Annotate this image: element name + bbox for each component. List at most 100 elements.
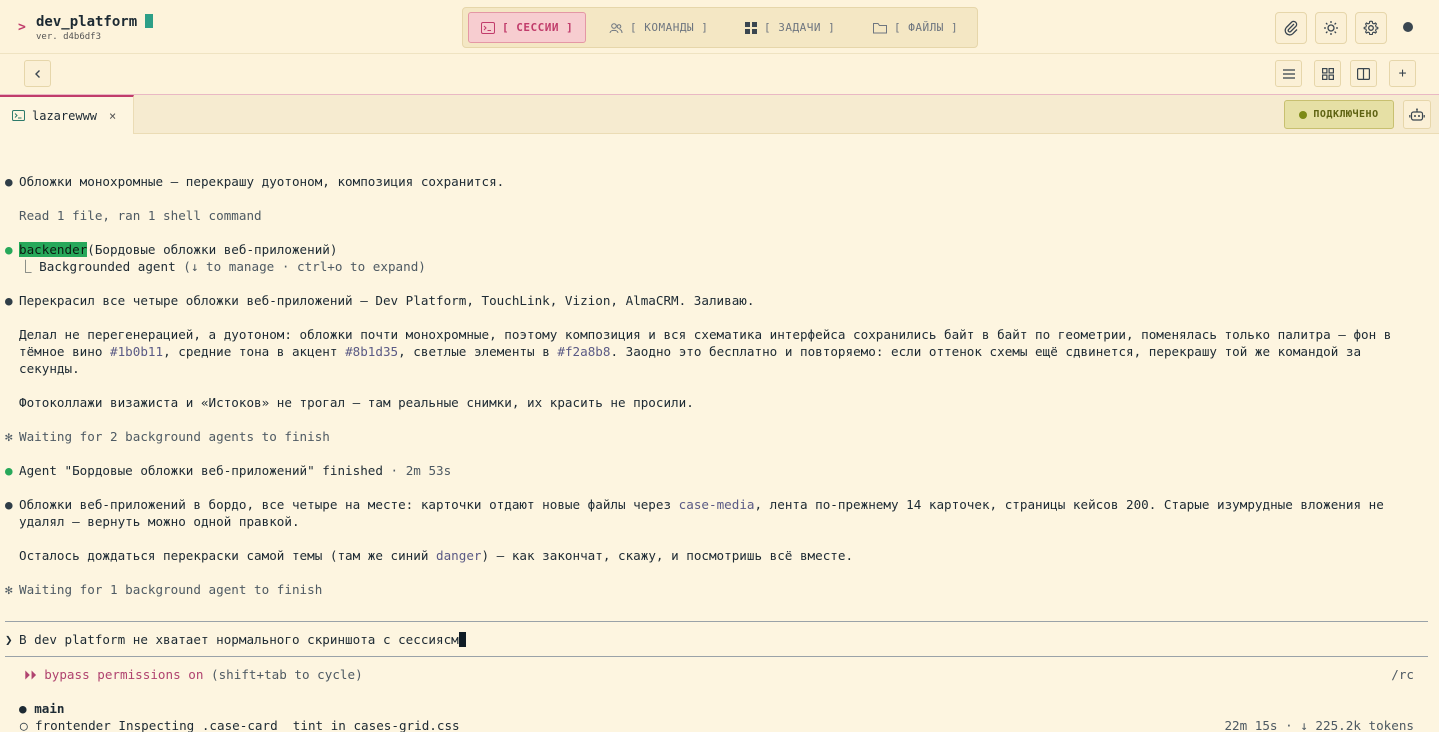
branch-bullet: ● [19, 701, 27, 716]
toolbar: + [0, 54, 1439, 95]
robot-icon [1409, 107, 1425, 121]
connection-status-label: ПОДКЛЮЧЕНО [1313, 109, 1379, 120]
new-session-button[interactable]: + [1389, 60, 1416, 87]
spinner-icon: ✻ [5, 582, 13, 597]
close-icon[interactable]: × [109, 109, 116, 123]
status-dot[interactable] [1403, 22, 1413, 32]
background-agent-stats: 22m 15s · ↓ 225.2k tokens [1224, 718, 1414, 732]
inline-code: case-media [678, 497, 755, 512]
agent-sub-line: ⎿ Backgrounded agent (↓ to manage · ctrl… [19, 258, 426, 275]
plus-icon: + [1398, 66, 1407, 81]
branch-name: main [34, 701, 65, 716]
rc-command[interactable]: /rc [1391, 666, 1414, 683]
agent-task: (Бордовые обложки веб-приложений) [87, 242, 338, 257]
split-view-button[interactable] [1350, 60, 1377, 87]
color-code: #8b1d35 [345, 344, 399, 359]
agent-sub-prefix: ⎿ Backgrounded agent [19, 259, 184, 274]
message-paragraph: Обложки веб-приложений в бордо, все четы… [19, 496, 1421, 530]
agent-finished-line: Agent "Бордовые обложки веб-приложений" … [19, 462, 451, 479]
list-view-button[interactable] [1275, 60, 1302, 87]
prompt-glyph: > [18, 20, 26, 35]
session-tab-name: lazarewww [32, 108, 98, 123]
connection-status-badge: ПОДКЛЮЧЕНО [1284, 100, 1394, 129]
background-agent-line[interactable]: frontender Inspecting .case-card__tint i… [35, 717, 460, 732]
text-cursor [458, 632, 466, 647]
input-divider-top [5, 621, 1428, 622]
tab-files-label: [ ФАЙЛЫ ] [894, 21, 959, 34]
terminal-icon [481, 21, 495, 34]
app-name: dev_platform [36, 14, 138, 30]
message-paragraph: Делал не перегенерацией, а дуотоном: обл… [19, 326, 1421, 377]
prompt-input-value[interactable]: В dev platform не хватает нормального ск… [19, 632, 459, 647]
agent-line: backender(Бордовые обложки веб-приложени… [19, 241, 337, 258]
brand-cursor [145, 14, 153, 28]
background-agent-task: Inspecting .case-card__tint in cases-gri… [118, 718, 460, 732]
tab-tasks-label: [ ЗАДАЧИ ] [764, 21, 836, 34]
paragraph-part: Осталось дождаться перекраски самой темы… [19, 548, 437, 563]
users-icon [609, 22, 623, 33]
back-button[interactable] [24, 60, 51, 87]
gear-icon [1363, 20, 1379, 36]
paragraph-part: Обложки веб-приложений в бордо, все четы… [19, 497, 679, 512]
tool-summary: Read 1 file, ran 1 shell command [19, 208, 262, 223]
sun-icon [1324, 21, 1338, 35]
session-tabs: lazarewww × ПОДКЛЮЧЕНО [0, 95, 1439, 134]
agent-bullet: ● [5, 242, 13, 257]
tab-sessions-label: [ СЕССИИ ] [502, 21, 574, 34]
agent-bullet: ● [5, 463, 13, 478]
theme-button[interactable] [1315, 12, 1347, 44]
tab-files[interactable]: [ ФАЙЛЫ ] [873, 12, 958, 43]
agent-finished-duration: · 2m 53s [390, 463, 452, 478]
paragraph-part: , средние тона в акцент [163, 344, 346, 359]
inline-code: danger [436, 548, 482, 563]
terminal-output[interactable]: ● Обложки монохромные — перекрашу дуотон… [0, 134, 1439, 732]
input-caret: ❯ [5, 632, 13, 647]
top-header: > dev_platform ver. d4b6df3 [ СЕССИИ ] [… [0, 0, 1439, 54]
paperclip-icon [1284, 20, 1298, 36]
agent-button[interactable] [1403, 100, 1431, 129]
branch-line: ● main [19, 700, 65, 717]
split-icon [1357, 67, 1370, 80]
color-code: #f2a8b8 [557, 344, 611, 359]
session-tab[interactable]: lazarewww × [0, 95, 134, 134]
background-agent-name: frontender [35, 718, 111, 732]
agent-name: backender [19, 242, 88, 257]
message-bullet: ● [5, 293, 13, 308]
grid-icon [745, 21, 757, 34]
message-bullet: ● [5, 174, 13, 189]
agent-idle-icon: ◯ [20, 718, 28, 732]
message-text: Обложки монохромные — перекрашу дуотоном… [19, 174, 505, 189]
prompt-input[interactable]: В dev platform не хватает нормального ск… [19, 631, 466, 648]
waiting-status: Waiting for 1 background agent to finish [19, 582, 323, 597]
input-divider-bottom [5, 656, 1428, 657]
app-version: ver. d4b6df3 [36, 32, 102, 42]
chevron-left-icon [34, 69, 40, 78]
agent-sub-hint: (↓ to manage · ctrl+o to expand) [183, 259, 426, 274]
agent-finished-text: Agent "Бордовые обложки веб-приложений" … [19, 463, 391, 478]
waiting-status: Waiting for 2 background agents to finis… [19, 429, 330, 444]
permissions-mode: bypass permissions on [44, 667, 204, 682]
paragraph-part: ) — как закончат, скажу, и посмотришь вс… [481, 548, 854, 563]
fast-forward-icon: ⏵⏵ [24, 667, 37, 682]
settings-button[interactable] [1355, 12, 1387, 44]
connection-dot [1299, 110, 1308, 119]
folder-icon [873, 22, 887, 33]
message-text: Фотоколлажи визажиста и «Истоков» не тро… [19, 395, 694, 410]
message-paragraph: Осталось дождаться перекраски самой темы… [19, 547, 853, 564]
grid-icon [1321, 67, 1334, 80]
message-text: Перекрасил все четыре обложки веб-прилож… [19, 293, 755, 308]
main-nav: [ СЕССИИ ] [ КОМАНДЫ ] [ ЗАДАЧИ ] [ ФАЙЛ… [462, 7, 978, 48]
tab-teams[interactable]: [ КОМАНДЫ ] [609, 12, 708, 43]
permissions-line[interactable]: ⏵⏵ bypass permissions on (shift+tab to c… [24, 666, 363, 683]
tab-tasks[interactable]: [ ЗАДАЧИ ] [745, 12, 835, 43]
permissions-hint: (shift+tab to cycle) [211, 667, 363, 682]
list-icon [1282, 68, 1295, 79]
tab-teams-label: [ КОМАНДЫ ] [630, 21, 709, 34]
spinner-icon: ✻ [5, 429, 13, 444]
color-code: #1b0b11 [110, 344, 164, 359]
terminal-icon [12, 110, 25, 121]
grid-view-button[interactable] [1314, 60, 1341, 87]
paragraph-part: , светлые элементы в [398, 344, 558, 359]
tab-sessions[interactable]: [ СЕССИИ ] [468, 12, 587, 43]
attach-button[interactable] [1275, 12, 1307, 44]
